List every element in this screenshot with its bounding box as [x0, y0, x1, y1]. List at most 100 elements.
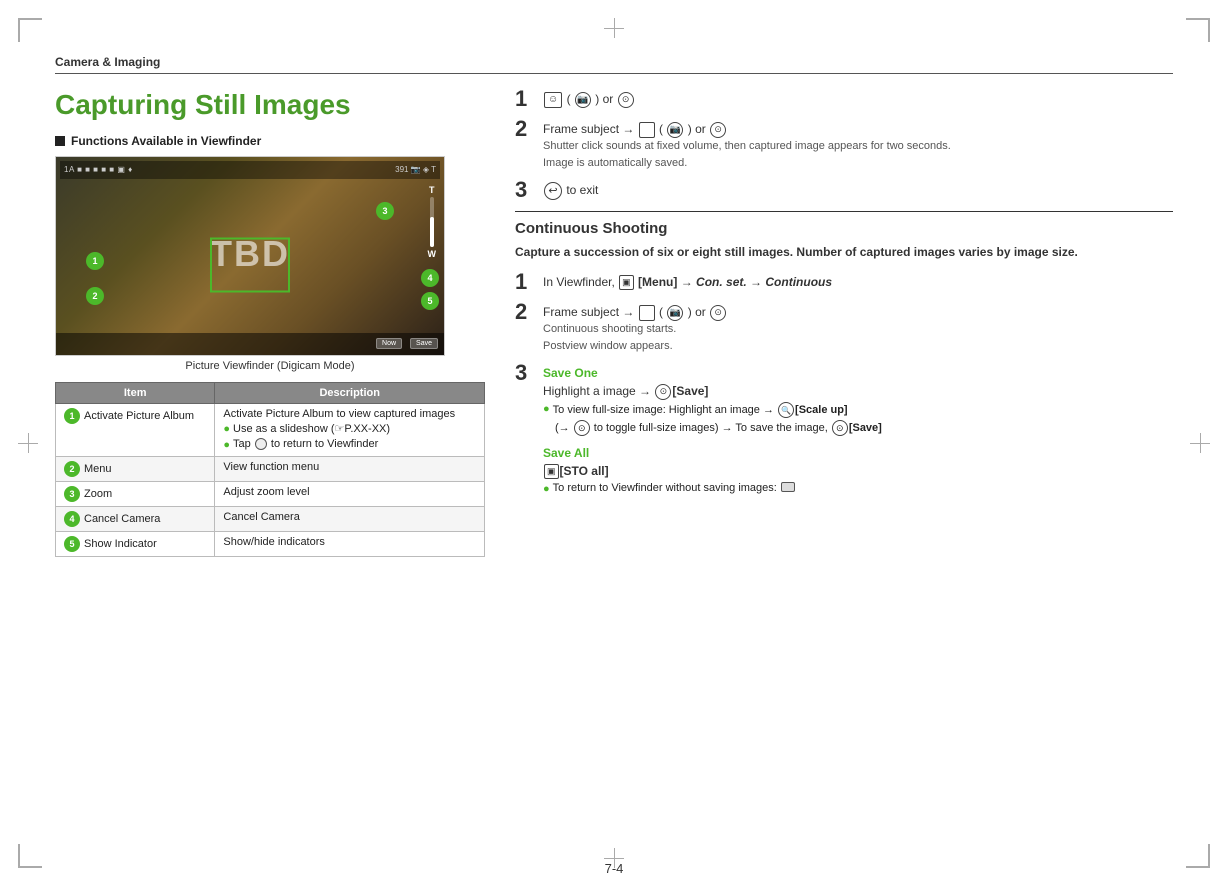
page-title: Capturing Still Images — [55, 88, 485, 122]
cont-step2-row: 2 Frame subject → ( 📷 ) or ⊙ Continuous … — [515, 301, 1173, 354]
step1-num: 1 — [515, 88, 533, 110]
table-row: 1 Activate Picture Album Activate Pictur… — [56, 403, 485, 457]
functions-heading-text: Functions Available in Viewfinder — [71, 134, 261, 148]
cont-step1-text1: In Viewfinder, — [543, 275, 618, 289]
step1-lens-icon: ⊙ — [618, 92, 634, 108]
corner-mark-br — [1186, 844, 1210, 868]
step1-or: or — [603, 92, 617, 106]
step2-camera-icon: 📷 — [667, 122, 683, 138]
camera-bottom-bar: Now Save — [56, 333, 444, 355]
row3-num: 3 — [64, 486, 80, 502]
row1-num: 1 — [64, 408, 80, 424]
cont-step2-frame: Frame subject → — [543, 305, 638, 319]
camera-status-left: 1A ■ ■ ■ ■ ■ ▣ ♦ — [64, 165, 133, 174]
table-col-desc: Description — [215, 382, 485, 403]
section-label: Camera & Imaging — [55, 55, 1173, 74]
zoom-t-label: T — [429, 185, 435, 195]
step2-num: 2 — [515, 118, 533, 140]
cont-step1-content: In Viewfinder, ▣ [Menu] → Con. set. → Co… — [543, 271, 1173, 291]
callout-5: 5 — [421, 292, 439, 310]
now-btn[interactable]: Now — [376, 338, 402, 349]
viewfinder-image: 1A ■ ■ ■ ■ ■ ▣ ♦ 391 📷 ◈ T TBD T W 1 — [55, 156, 445, 356]
step1-bracket-open: ( — [567, 92, 571, 106]
cont-step2-camera-icon: 📷 — [667, 305, 683, 321]
cont-step3-row: 3 Save One Highlight a image → ⊙[Save] ●… — [515, 362, 1173, 496]
corner-mark-tr — [1186, 18, 1210, 42]
row3-item: Zoom — [84, 488, 112, 500]
step3-num: 3 — [515, 179, 533, 201]
step2-content: Frame subject → ( 📷 ) or ⊙ Shutter click… — [543, 118, 1173, 171]
table-row: 5 Show Indicator Show/hide indicators — [56, 532, 485, 557]
save2-icon: ⊙ — [832, 420, 848, 436]
step1-content: ☺ ( 📷 ) or ⊙ — [543, 88, 1173, 108]
cont-step2-sub1: Continuous shooting starts. — [543, 321, 1173, 338]
cont-step1-menu: [Menu] → Con. set. → Continuous — [638, 275, 832, 289]
step1-icon1: ☺ — [544, 92, 562, 108]
step2-bracket-open: ( — [659, 122, 663, 136]
crosshair-top — [604, 18, 624, 38]
row1-bullet2: Tap to return to Viewfinder — [233, 438, 378, 450]
row4-num: 4 — [64, 511, 80, 527]
cont-step2-num: 2 — [515, 301, 533, 323]
crosshair-left — [18, 433, 38, 453]
step1-row: 1 ☺ ( 📷 ) or ⊙ — [515, 88, 1173, 110]
row1-desc-cell: Activate Picture Album to view captured … — [215, 403, 485, 457]
row4-desc: Cancel Camera — [215, 507, 485, 532]
callout-1: 1 — [86, 252, 104, 270]
zoom-bar: T W — [428, 185, 437, 259]
table-row: 3 Zoom Adjust zoom level — [56, 482, 485, 507]
row5-item: Show Indicator — [84, 538, 157, 550]
table-row: 4 Cancel Camera Cancel Camera — [56, 507, 485, 532]
step2-sub1: Shutter click sounds at fixed volume, th… — [543, 138, 1173, 155]
cont-step3-bullet1: ● To view full-size image: Highlight an … — [543, 402, 1173, 418]
step3-exit: to exit — [566, 183, 598, 197]
cont-step3-stoall: ▣[STO all] — [543, 462, 1173, 480]
cont-step1-row: 1 In Viewfinder, ▣ [Menu] → Con. set. → … — [515, 271, 1173, 293]
toggle-icon: ⊙ — [574, 420, 590, 436]
step3-content: ↩ to exit — [543, 179, 1173, 200]
cont-step3-bullet1b: (→ ⊙ to toggle full-size images) → To sa… — [543, 420, 1173, 436]
save-circle-icon: ⊙ — [655, 384, 671, 400]
black-square-icon — [55, 136, 65, 146]
cont-step2-lens-icon: ⊙ — [710, 305, 726, 321]
step2-row: 2 Frame subject → ( 📷 ) or ⊙ Shutter cli… — [515, 118, 1173, 171]
page-number: 7-4 — [605, 861, 624, 876]
right-column: 1 ☺ ( 📷 ) or ⊙ 2 Frame — [515, 88, 1173, 557]
step2-or: or — [695, 122, 709, 136]
back-icon: ↩ — [544, 182, 562, 200]
row1-item: Activate Picture Album — [84, 410, 194, 422]
cont-step2-or: or — [695, 305, 709, 319]
viewfinder-caption: Picture Viewfinder (Digicam Mode) — [55, 360, 485, 372]
save-one-label: Save One — [543, 366, 598, 380]
row3-desc: Adjust zoom level — [215, 482, 485, 507]
cont-step3-num: 3 — [515, 362, 533, 384]
sto-icon: ▣ — [544, 464, 559, 479]
row2-item: Menu — [84, 463, 112, 475]
step1-camera-icon: 📷 — [575, 92, 591, 108]
cont-step2-icon1 — [639, 305, 655, 321]
section-divider — [515, 211, 1173, 212]
corner-mark-bl — [18, 844, 42, 868]
callout-2: 2 — [86, 287, 104, 305]
left-column: Capturing Still Images Functions Availab… — [55, 88, 485, 557]
step2-icon1 — [639, 122, 655, 138]
continuous-heading: Continuous Shooting — [515, 220, 1173, 237]
step2-sub2: Image is automatically saved. — [543, 155, 1173, 172]
functions-table: Item Description 1 Activate Picture Albu… — [55, 382, 485, 558]
cont-step2-sub2: Postview window appears. — [543, 338, 1173, 355]
continuous-subtext: Capture a succession of six or eight sti… — [515, 243, 1173, 261]
end-icon — [781, 482, 795, 492]
step3-row: 3 ↩ to exit — [515, 179, 1173, 201]
step2-bracket-close: ) — [688, 122, 692, 136]
cont-step2-content: Frame subject → ( 📷 ) or ⊙ Continuous sh… — [543, 301, 1173, 354]
cont-step1-num: 1 — [515, 271, 533, 293]
save-all-label: Save All — [543, 446, 589, 460]
menu-icon: ▣ — [619, 275, 634, 290]
row5-num: 5 — [64, 536, 80, 552]
callout-3: 3 — [376, 202, 394, 220]
save-btn[interactable]: Save — [410, 338, 438, 349]
focus-box — [210, 238, 290, 293]
step1-bracket-close: ) — [595, 92, 599, 106]
row5-desc: Show/hide indicators — [215, 532, 485, 557]
row2-desc: View function menu — [215, 457, 485, 482]
